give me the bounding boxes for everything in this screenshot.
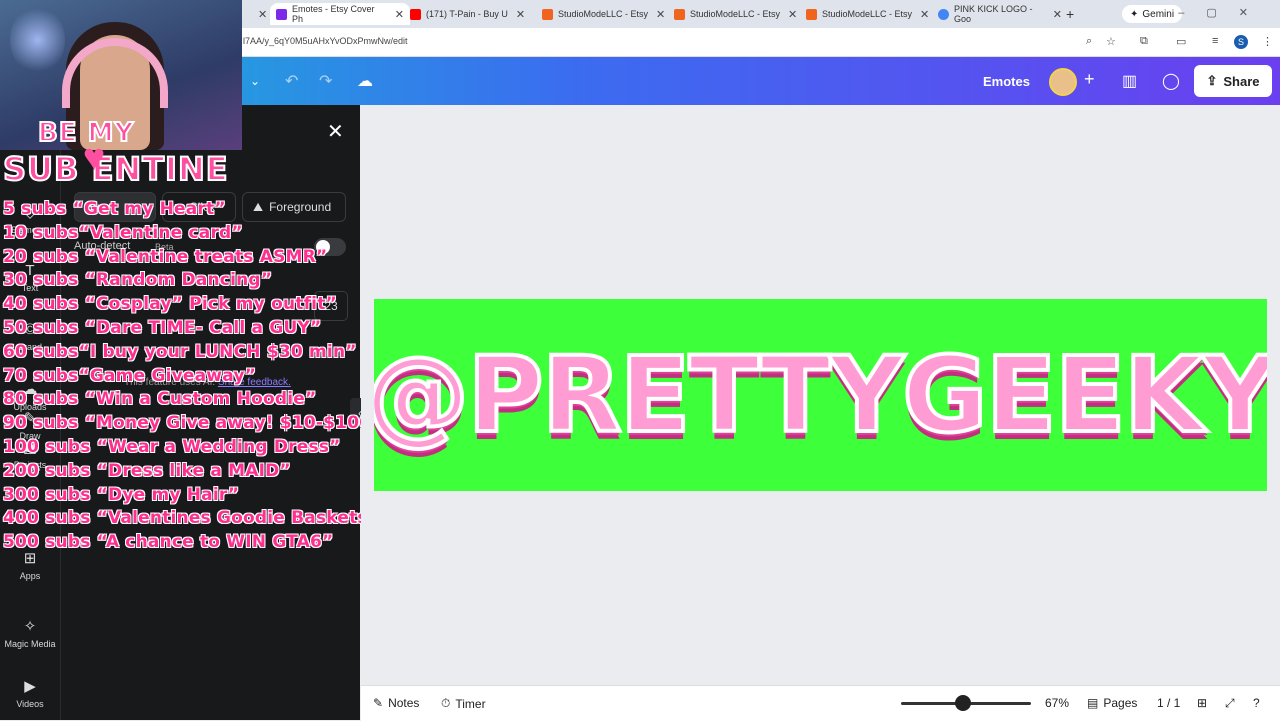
sub-goals-list: 5 subs “Get my Heart” 10 subs“Valentine …	[3, 199, 383, 556]
close-icon[interactable]: ✕	[788, 8, 797, 21]
page-count: 1 / 1	[1157, 696, 1181, 710]
etsy-favicon-icon	[542, 8, 553, 20]
cast-icon[interactable]: ▭	[1176, 35, 1186, 48]
gemini-button[interactable]: ✦ Gemini	[1122, 5, 1183, 23]
pages-button[interactable]: ▤ Pages	[1087, 696, 1137, 710]
grid-view-icon[interactable]: ⊞	[1197, 696, 1207, 710]
share-button[interactable]: ⇪ Share	[1194, 65, 1272, 97]
etsy-favicon-icon	[806, 8, 817, 20]
pages-label: Pages	[1103, 696, 1138, 710]
heart-icon: ♥	[82, 137, 106, 179]
goal-item: 10 subs“Valentine card”	[3, 222, 243, 243]
zoom-slider-handle[interactable]	[955, 695, 971, 711]
share-icon: ⇪	[1206, 73, 1218, 88]
close-icon[interactable]: ✕	[516, 8, 525, 21]
tab-title: PINK KICK LOGO - Goo	[954, 4, 1033, 24]
rail-item-videos[interactable]: ▶ Videos	[0, 677, 60, 709]
etsy-favicon-icon	[674, 8, 685, 20]
browser-tab[interactable]: (171) T-Pain - Buy U ✕	[410, 3, 530, 25]
design-title[interactable]: Emotes	[983, 74, 1030, 89]
window-controls[interactable]: –▢✕	[1178, 6, 1270, 19]
goal-item: 40 subs “Cosplay” Pick my outfit”	[3, 294, 337, 315]
rail-label: Magic Media	[4, 639, 56, 649]
goal-item: 30 subs “Random Dancing”	[3, 270, 273, 291]
rail-item-magic-media[interactable]: ✧ Magic Media	[0, 617, 60, 649]
help-icon[interactable]: ?	[1253, 696, 1260, 710]
fullscreen-icon[interactable]: ⤢	[1225, 696, 1235, 711]
goal-item: 70 subs“Game Giveaway”	[3, 365, 257, 386]
url-field[interactable]: l7AA/y_6qY0M5uAHxYvODxPmwNw/edit	[243, 36, 408, 46]
tab-title: (171) T-Pain - Buy U	[426, 9, 508, 19]
notes-button[interactable]: ✎ Notes	[373, 696, 419, 710]
analytics-icon[interactable]: ▥	[1122, 71, 1137, 91]
pages-icon: ▤	[1087, 696, 1099, 710]
rail-label: Videos	[16, 699, 44, 709]
timer-icon: ⏱	[441, 696, 451, 710]
overlay-title-bottom: SUB ENTINE	[2, 149, 229, 189]
editor-footer: ✎ Notes ⏱ Timer 67% ▤ Pages 1 / 1 ⊞ ⤢ ?	[361, 685, 1280, 721]
videos-icon: ▶	[24, 678, 36, 695]
timer-label: Timer	[455, 696, 486, 711]
browser-tab[interactable]: PINK KICK LOGO - Goo ✕	[938, 3, 1062, 25]
browser-tab[interactable]: StudioModeLLC - Etsy ✕	[806, 3, 930, 25]
youtube-favicon-icon	[410, 8, 421, 20]
close-icon[interactable]: ✕	[1053, 8, 1062, 21]
close-icon[interactable]: ✕	[920, 8, 929, 21]
goal-item: 100 subs “Wear a Wedding Dress”	[3, 436, 341, 457]
browser-tab[interactable]: Emotes - Etsy Cover Ph ✕	[270, 3, 410, 25]
notes-label: Notes	[388, 696, 420, 710]
goal-item: 500 subs “A chance to WIN GTA6”	[3, 532, 334, 553]
goal-item: 200 subs “Dress like a MAID”	[3, 460, 291, 481]
design-logo-text[interactable]: @PRETTYGEEKY	[374, 299, 1267, 491]
browser-tab[interactable]: StudioModeLLC - Etsy ✕	[674, 3, 798, 25]
canva-favicon-icon	[276, 8, 287, 20]
ring-light	[10, 5, 65, 75]
extensions-icon[interactable]: ⧉	[1140, 35, 1148, 48]
goal-item: 50 subs “Dare TIME- Call a GUY”	[3, 317, 322, 338]
share-label: Share	[1223, 73, 1260, 89]
comment-icon[interactable]: ◯	[1162, 71, 1180, 91]
close-icon[interactable]: ✕	[656, 8, 665, 21]
goal-item: 80 subs “Win a Custom Hoodie”	[3, 389, 317, 410]
goal-item: 400 subs “Valentines Goodie Baskets”	[3, 508, 380, 529]
tab-title: StudioModeLLC - Etsy	[822, 9, 913, 19]
zoom-value[interactable]: 67%	[1045, 696, 1069, 710]
goal-item: 300 subs “Dye my Hair”	[3, 484, 240, 505]
close-icon[interactable]: ✕	[395, 8, 404, 21]
kebab-menu-icon[interactable]: ⋮	[1262, 35, 1273, 48]
reading-list-icon[interactable]: ≡	[1212, 35, 1218, 47]
cloud-saved-icon[interactable]: ☁	[357, 71, 373, 91]
goal-item: 20 subs “Valentine treats ASMR”	[3, 246, 328, 267]
tab-close-prev[interactable]: ✕	[250, 3, 267, 25]
notes-icon: ✎	[373, 696, 384, 710]
tab-title: StudioModeLLC - Etsy	[558, 9, 649, 19]
tab-title: StudioModeLLC - Etsy	[690, 9, 781, 19]
redo-icon[interactable]: ↷	[319, 71, 332, 91]
goal-item: 5 subs “Get my Heart”	[3, 199, 226, 219]
goal-item: 60 subs“I buy your LUNCH $30 min”	[3, 341, 357, 362]
tab-title: Emotes - Etsy Cover Ph	[292, 4, 375, 24]
chevron-down-icon[interactable]: ⌄	[250, 74, 260, 88]
google-favicon-icon	[938, 8, 949, 20]
rail-label: Apps	[19, 571, 41, 581]
close-panel-icon[interactable]: ✕	[327, 119, 344, 144]
zoom-icon[interactable]: ⌕	[1086, 35, 1092, 48]
profile-avatar[interactable]: S	[1234, 35, 1248, 49]
browser-tab[interactable]: StudioModeLLC - Etsy ✕	[542, 3, 666, 25]
bookmark-star-icon[interactable]: ☆	[1106, 35, 1116, 48]
undo-icon[interactable]: ↶	[285, 71, 298, 91]
goal-item: 90 subs “Money Give away! $10-$100”	[3, 413, 383, 434]
avatar[interactable]	[1049, 68, 1077, 96]
add-collaborator-button[interactable]: +	[1084, 69, 1095, 90]
close-icon[interactable]: ✕	[258, 8, 267, 21]
design-page[interactable]: @PRETTYGEEKY	[374, 299, 1267, 491]
magic-media-icon: ✧	[23, 618, 37, 635]
timer-button[interactable]: ⏱ Timer	[441, 696, 486, 711]
gemini-icon: ✦	[1130, 8, 1139, 20]
new-tab-button[interactable]: +	[1066, 3, 1074, 25]
gemini-label: Gemini	[1142, 8, 1175, 20]
